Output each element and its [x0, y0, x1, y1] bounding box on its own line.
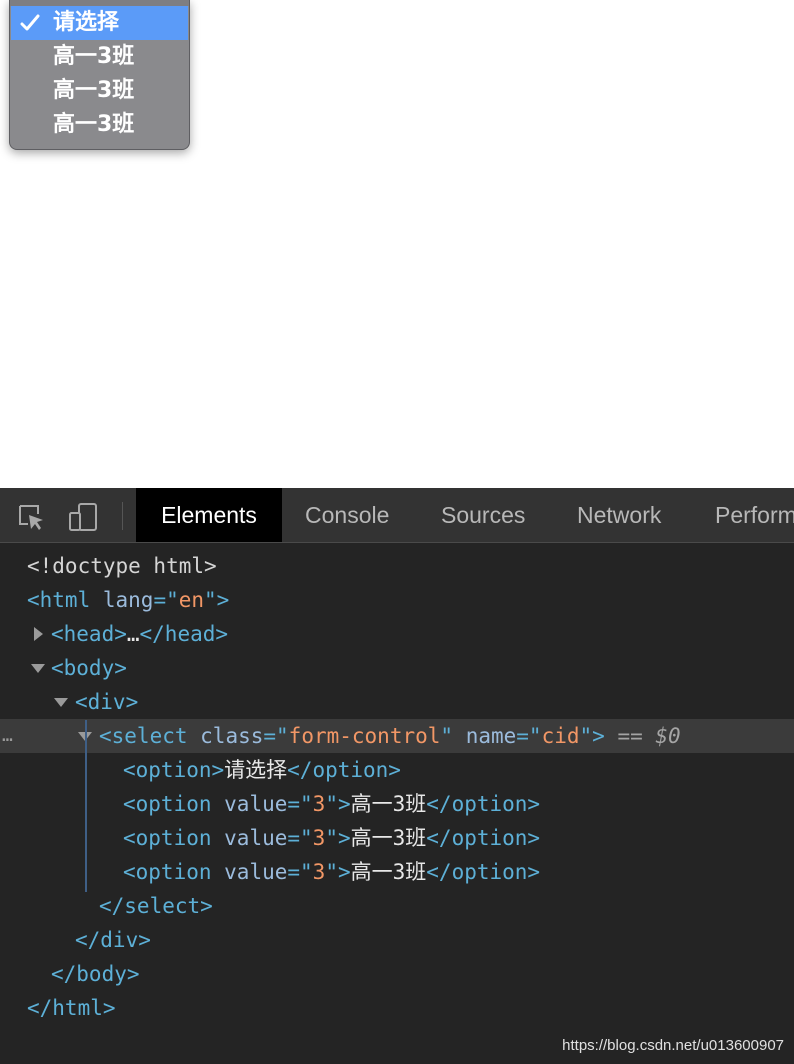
- option-value: 3: [312, 826, 326, 850]
- option-open-tag: <option: [123, 860, 225, 884]
- expand-triangle-icon[interactable]: [31, 617, 45, 651]
- option-close-tag: </option>: [426, 792, 541, 816]
- div-open-tag: <div>: [75, 690, 139, 714]
- option-value-attr: value: [224, 792, 288, 816]
- dropdown-option-label: 高一3班: [53, 44, 135, 69]
- select-class-attr: class: [200, 724, 264, 748]
- select-open-tag: <select: [99, 724, 201, 748]
- dom-node-head[interactable]: <head>…</head>: [0, 617, 794, 651]
- option-open-tag: <option: [123, 826, 225, 850]
- select-class-value: form-control: [288, 724, 441, 748]
- option-text: 高一3班: [350, 860, 427, 884]
- dropdown-option[interactable]: 高一3班: [11, 40, 188, 74]
- select-name-attr: name: [465, 724, 517, 748]
- select-close-tag: </select>: [99, 894, 213, 918]
- dropdown-option-placeholder[interactable]: 请选择: [11, 6, 188, 40]
- dom-node-select-selected[interactable]: … <select class="form-control" name="cid…: [0, 719, 794, 753]
- devtools-panel: Elements Console Sources Network Perform…: [0, 488, 794, 1064]
- dom-node-html-close[interactable]: </html>: [0, 991, 794, 1025]
- collapse-triangle-icon[interactable]: [30, 651, 45, 685]
- dom-node-option[interactable]: <option value="3">高一3班</option>: [0, 821, 794, 855]
- dropdown-option-label: 请选择: [53, 10, 120, 35]
- dom-node-div[interactable]: <div>: [0, 685, 794, 719]
- option-text: 高一3班: [350, 792, 427, 816]
- option-value-attr: value: [224, 860, 288, 884]
- option-value-attr: value: [224, 826, 288, 850]
- dropdown-option[interactable]: 高一3班: [11, 108, 188, 142]
- dom-node-html[interactable]: <html lang="en">: [0, 583, 794, 617]
- dom-node-body[interactable]: <body>: [0, 651, 794, 685]
- option-value: 3: [312, 792, 326, 816]
- head-open-tag: <head>: [51, 622, 127, 646]
- dom-node-option[interactable]: <option value="3">高一3班</option>: [0, 787, 794, 821]
- tab-console[interactable]: Console: [305, 488, 389, 542]
- tab-sources[interactable]: Sources: [441, 488, 525, 542]
- dom-node-option[interactable]: <option>请选择</option>: [0, 753, 794, 787]
- selected-node-marker: ==: [617, 724, 656, 748]
- option-value: 3: [312, 860, 326, 884]
- html-open-tag: <html: [27, 588, 103, 612]
- tab-performance[interactable]: Perform: [715, 488, 794, 542]
- html-close-tag: </html>: [27, 996, 116, 1020]
- head-close-tag: </head>: [139, 622, 229, 646]
- doctype-text: <!doctype html>: [27, 554, 217, 578]
- checkmark-icon: [20, 6, 44, 40]
- option-close-tag: </option>: [287, 758, 401, 782]
- dom-node-doctype[interactable]: <!doctype html>: [0, 549, 794, 583]
- option-open-tag: <option>: [123, 758, 225, 782]
- inspect-element-icon[interactable]: [16, 502, 46, 532]
- option-close-tag: </option>: [426, 860, 541, 884]
- option-text: 请选择: [224, 758, 288, 782]
- toolbar-separator: [122, 502, 123, 530]
- collapse-triangle-icon[interactable]: [77, 719, 92, 753]
- html-lang-value: en: [178, 588, 205, 612]
- dom-node-option[interactable]: <option value="3">高一3班</option>: [0, 855, 794, 889]
- select-dropdown-popup[interactable]: 请选择 高一3班 高一3班 高一3班: [9, 0, 190, 150]
- body-close-tag: </body>: [51, 962, 140, 986]
- dropdown-option-label: 高一3班: [53, 112, 135, 137]
- tab-network[interactable]: Network: [577, 488, 661, 542]
- dropdown-option-label: 高一3班: [53, 78, 135, 103]
- dropdown-option[interactable]: 高一3班: [11, 74, 188, 108]
- option-open-tag: <option: [123, 792, 225, 816]
- indent-guide-line: [85, 720, 87, 892]
- div-close-tag: </div>: [75, 928, 151, 952]
- dom-node-body-close[interactable]: </body>: [0, 957, 794, 991]
- device-toggle-icon[interactable]: [68, 502, 98, 532]
- html-lang-attr: lang: [102, 588, 154, 612]
- select-name-value: cid: [541, 724, 580, 748]
- selected-node-variable: $0: [655, 724, 681, 748]
- head-collapsed-ellipsis: …: [126, 622, 140, 646]
- devtools-toolbar: Elements Console Sources Network Perform: [0, 488, 794, 543]
- dom-node-select-close[interactable]: </select>: [0, 889, 794, 923]
- body-open-tag: <body>: [51, 656, 127, 680]
- more-actions-dots[interactable]: …: [2, 719, 13, 753]
- option-close-tag: </option>: [426, 826, 541, 850]
- watermark-text: https://blog.csdn.net/u013600907: [562, 1037, 784, 1054]
- dom-node-div-close[interactable]: </div>: [0, 923, 794, 957]
- collapse-triangle-icon[interactable]: [53, 685, 68, 719]
- option-text: 高一3班: [350, 826, 427, 850]
- tab-elements[interactable]: Elements: [136, 488, 282, 542]
